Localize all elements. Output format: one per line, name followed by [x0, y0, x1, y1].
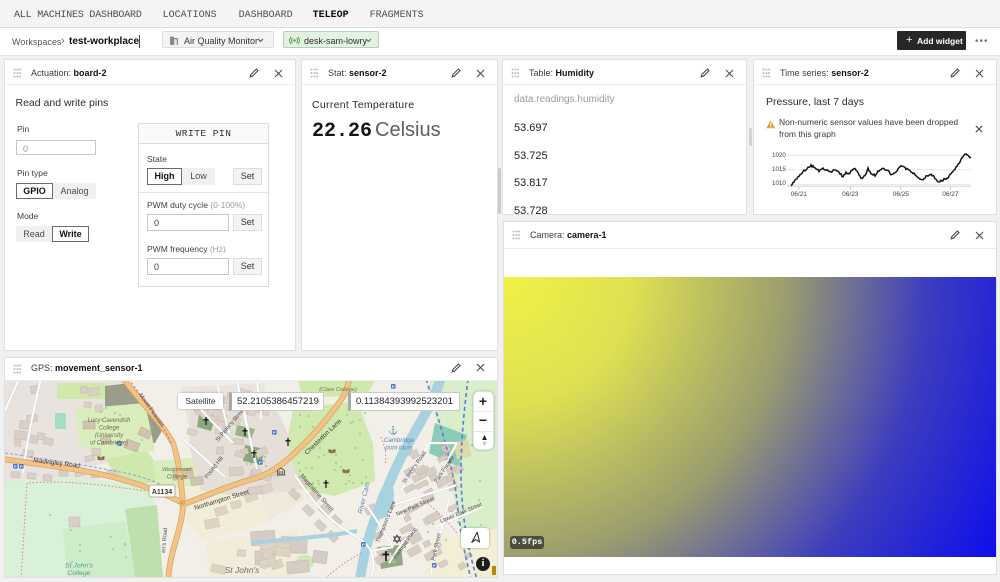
svg-text:St John's: St John's [225, 565, 260, 575]
svg-text:P: P [273, 430, 276, 435]
svg-text:College: College [67, 570, 90, 577]
svg-text:College: College [99, 426, 120, 432]
svg-text:Lucy Cavendish: Lucy Cavendish [88, 418, 131, 424]
svg-text:P: P [433, 563, 436, 568]
svg-text:1015: 1015 [772, 166, 786, 173]
svg-text:06/27: 06/27 [942, 191, 959, 198]
svg-text:P: P [259, 460, 262, 465]
svg-text:Cambridge: Cambridge [384, 437, 415, 444]
svg-text:Westminster: Westminster [162, 467, 192, 473]
svg-text:1020: 1020 [772, 152, 786, 159]
svg-text:P: P [14, 464, 17, 469]
svg-text:St John's: St John's [65, 563, 93, 570]
svg-text:College: College [167, 475, 188, 481]
svg-text:punt tours: punt tours [384, 445, 413, 452]
svg-text:(University: (University [95, 433, 124, 439]
svg-text:06/25: 06/25 [893, 191, 910, 198]
svg-text:1010: 1010 [772, 180, 786, 187]
svg-text:06/21: 06/21 [791, 191, 808, 198]
svg-text:P: P [392, 384, 395, 389]
svg-text:P: P [362, 542, 365, 547]
svg-text:⚓: ⚓ [388, 425, 398, 435]
svg-text:06/23: 06/23 [842, 191, 859, 198]
svg-text:of Cambridge): of Cambridge) [90, 441, 128, 447]
svg-text:P: P [20, 464, 23, 469]
svg-text:A1134: A1134 [152, 489, 172, 496]
